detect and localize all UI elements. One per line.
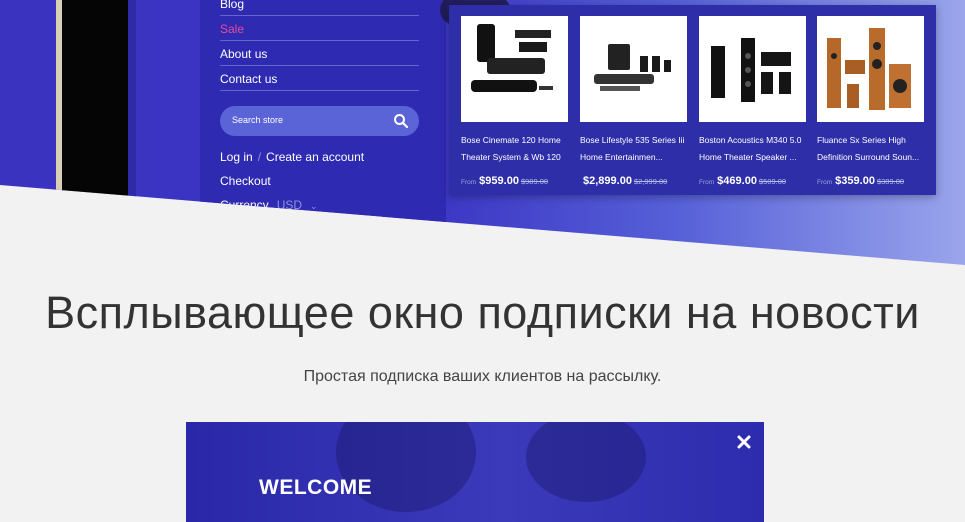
menu-item-contact-us[interactable]: Contact us <box>220 72 277 86</box>
price-from-label: From <box>699 179 715 186</box>
product-image[interactable] <box>817 16 924 122</box>
price-from-label: From <box>817 179 833 186</box>
menu-item-about-us[interactable]: About us <box>220 47 267 61</box>
price-compare: $989.00 <box>520 177 549 186</box>
product-image[interactable] <box>580 16 687 122</box>
product-price: From $959.00 $989.00 <box>461 171 568 189</box>
search-input[interactable]: Search store <box>220 106 419 136</box>
product-card[interactable]: Bose Lifestyle 535 Series Iii Home Enter… <box>580 16 687 189</box>
newsletter-popup: WELCOME <box>186 422 764 522</box>
product-card[interactable]: Fluance Sx Series High Definition Surrou… <box>817 16 924 189</box>
product-title[interactable]: Boston Acoustics M340 5.0 Home Theater S… <box>699 132 806 166</box>
price-compare: $509.00 <box>758 177 787 186</box>
currency-value[interactable]: USD <box>277 198 302 212</box>
menu-divider <box>220 40 419 41</box>
price-current: $359.00 <box>835 175 875 187</box>
section-subheading: Простая подписка ваших клиентов на рассы… <box>303 368 662 385</box>
create-account-link[interactable]: Create an account <box>266 150 364 164</box>
phone-screen <box>62 0 128 210</box>
phone-edge <box>128 0 136 210</box>
menu-divider <box>220 65 419 66</box>
product-image[interactable] <box>461 16 568 122</box>
product-title[interactable]: Bose Cinemate 120 Home Theater System & … <box>461 132 568 166</box>
product-image[interactable] <box>699 16 806 122</box>
price-compare: $389.00 <box>876 177 905 186</box>
close-icon[interactable] <box>736 434 752 450</box>
checkout-link[interactable]: Checkout <box>220 174 271 188</box>
product-price: From $359.00 $389.00 <box>817 171 924 189</box>
chevron-down-icon: ⌄ <box>310 201 318 211</box>
search-icon[interactable] <box>393 113 409 129</box>
menu-item-blog[interactable]: Blog <box>220 0 244 11</box>
currency-selector[interactable]: Currency USD ⌄ <box>220 198 318 212</box>
popup-background-shape <box>526 422 646 502</box>
menu-divider <box>220 90 419 91</box>
product-title[interactable]: Fluance Sx Series High Definition Surrou… <box>817 132 924 166</box>
price-from-label: From <box>461 179 477 186</box>
price-current: $959.00 <box>479 175 519 187</box>
account-links: Log in / Create an account <box>220 150 364 164</box>
search-placeholder: Search store <box>232 115 284 125</box>
price-compare: $2,999.00 <box>633 177 668 186</box>
price-current: $2,899.00 <box>583 175 632 187</box>
product-card[interactable]: Boston Acoustics M340 5.0 Home Theater S… <box>699 16 806 189</box>
menu-item-sale[interactable]: Sale <box>220 22 244 36</box>
product-grid: Bose Cinemate 120 Home Theater System & … <box>449 5 936 195</box>
currency-label: Currency <box>220 198 269 212</box>
product-price: From $469.00 $509.00 <box>699 171 806 189</box>
popup-title: WELCOME <box>259 476 373 499</box>
menu-divider <box>220 15 419 16</box>
product-title[interactable]: Bose Lifestyle 535 Series Iii Home Enter… <box>580 132 687 166</box>
product-price: $2,899.00 $2,999.00 <box>580 171 687 189</box>
login-link[interactable]: Log in <box>220 150 253 164</box>
hero-banner: Blog Sale About us Contact us Search sto… <box>0 0 965 265</box>
price-current: $469.00 <box>717 175 757 187</box>
link-separator: / <box>257 150 262 164</box>
section-heading: Всплывающее окно подписки на новости <box>45 287 920 338</box>
product-card[interactable]: Bose Cinemate 120 Home Theater System & … <box>461 16 568 189</box>
